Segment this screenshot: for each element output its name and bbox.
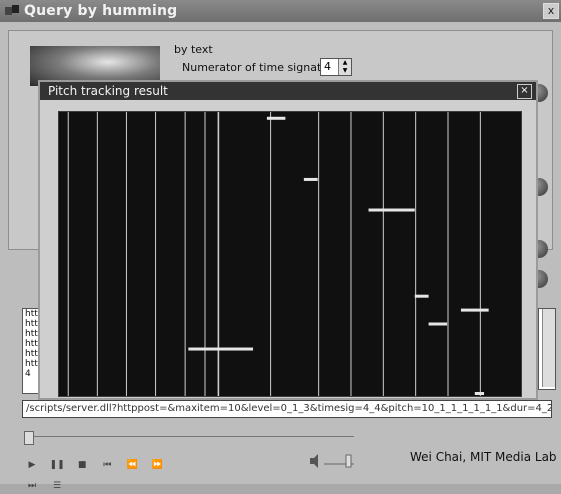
- pitch-segment: [266, 116, 286, 120]
- forward-icon[interactable]: ⏩: [149, 457, 165, 473]
- volume-control[interactable]: [308, 452, 360, 470]
- prev-icon[interactable]: ⏮: [99, 457, 115, 473]
- pitch-segment: [428, 322, 448, 326]
- spinner-arrows-icon[interactable]: ▲ ▼: [338, 59, 351, 75]
- pitch-plot: [58, 111, 522, 397]
- next-icon[interactable]: ⏭: [24, 478, 40, 494]
- credit-text: Wei Chai, MIT Media Lab: [410, 450, 557, 464]
- dialog-close-icon[interactable]: ×: [517, 84, 532, 99]
- numerator-spinner[interactable]: 4 ▲ ▼: [320, 58, 352, 76]
- playlist-icon[interactable]: ☰: [49, 478, 65, 494]
- dialog-title: Pitch tracking result: [48, 84, 168, 98]
- pitch-segment: [414, 294, 429, 298]
- window-title: Query by humming: [24, 3, 178, 19]
- pitch-segment: [188, 347, 254, 351]
- dialog-title-bar[interactable]: Pitch tracking result ×: [40, 82, 536, 100]
- stop-icon[interactable]: ■: [74, 457, 90, 473]
- pitch-segment: [474, 392, 485, 395]
- by-text-label: by text: [174, 43, 213, 56]
- numerator-value: 4: [324, 60, 331, 73]
- play-icon[interactable]: ▶: [24, 457, 40, 473]
- title-bar[interactable]: Query by humming x: [0, 0, 561, 22]
- player-controls: ▶ ❚❚ ■ ⏮ ⏪ ⏩ ⏭ ☰: [24, 452, 194, 491]
- pitch-plot-svg: [67, 112, 489, 396]
- pause-icon[interactable]: ❚❚: [49, 457, 65, 473]
- pitch-segment: [303, 177, 318, 181]
- pitch-segment: [368, 208, 415, 212]
- numerator-label: Numerator of time signature: [182, 61, 340, 74]
- url-field[interactable]: /scripts/server.dll?httppost=&maxitem=10…: [22, 400, 552, 418]
- app-icon: [5, 5, 19, 15]
- app-window: Query by humming x by text Numerator of …: [0, 0, 561, 491]
- volume-icon[interactable]: [308, 452, 360, 470]
- seek-thumb[interactable]: [24, 431, 34, 445]
- window-close-icon[interactable]: x: [543, 3, 559, 19]
- pitch-dialog: Pitch tracking result ×: [38, 80, 538, 400]
- rewind-icon[interactable]: ⏪: [124, 457, 140, 473]
- pitch-segment: [460, 308, 489, 312]
- seek-bar[interactable]: [24, 431, 354, 445]
- scrollbar[interactable]: [542, 309, 555, 387]
- right-list[interactable]: [538, 308, 556, 390]
